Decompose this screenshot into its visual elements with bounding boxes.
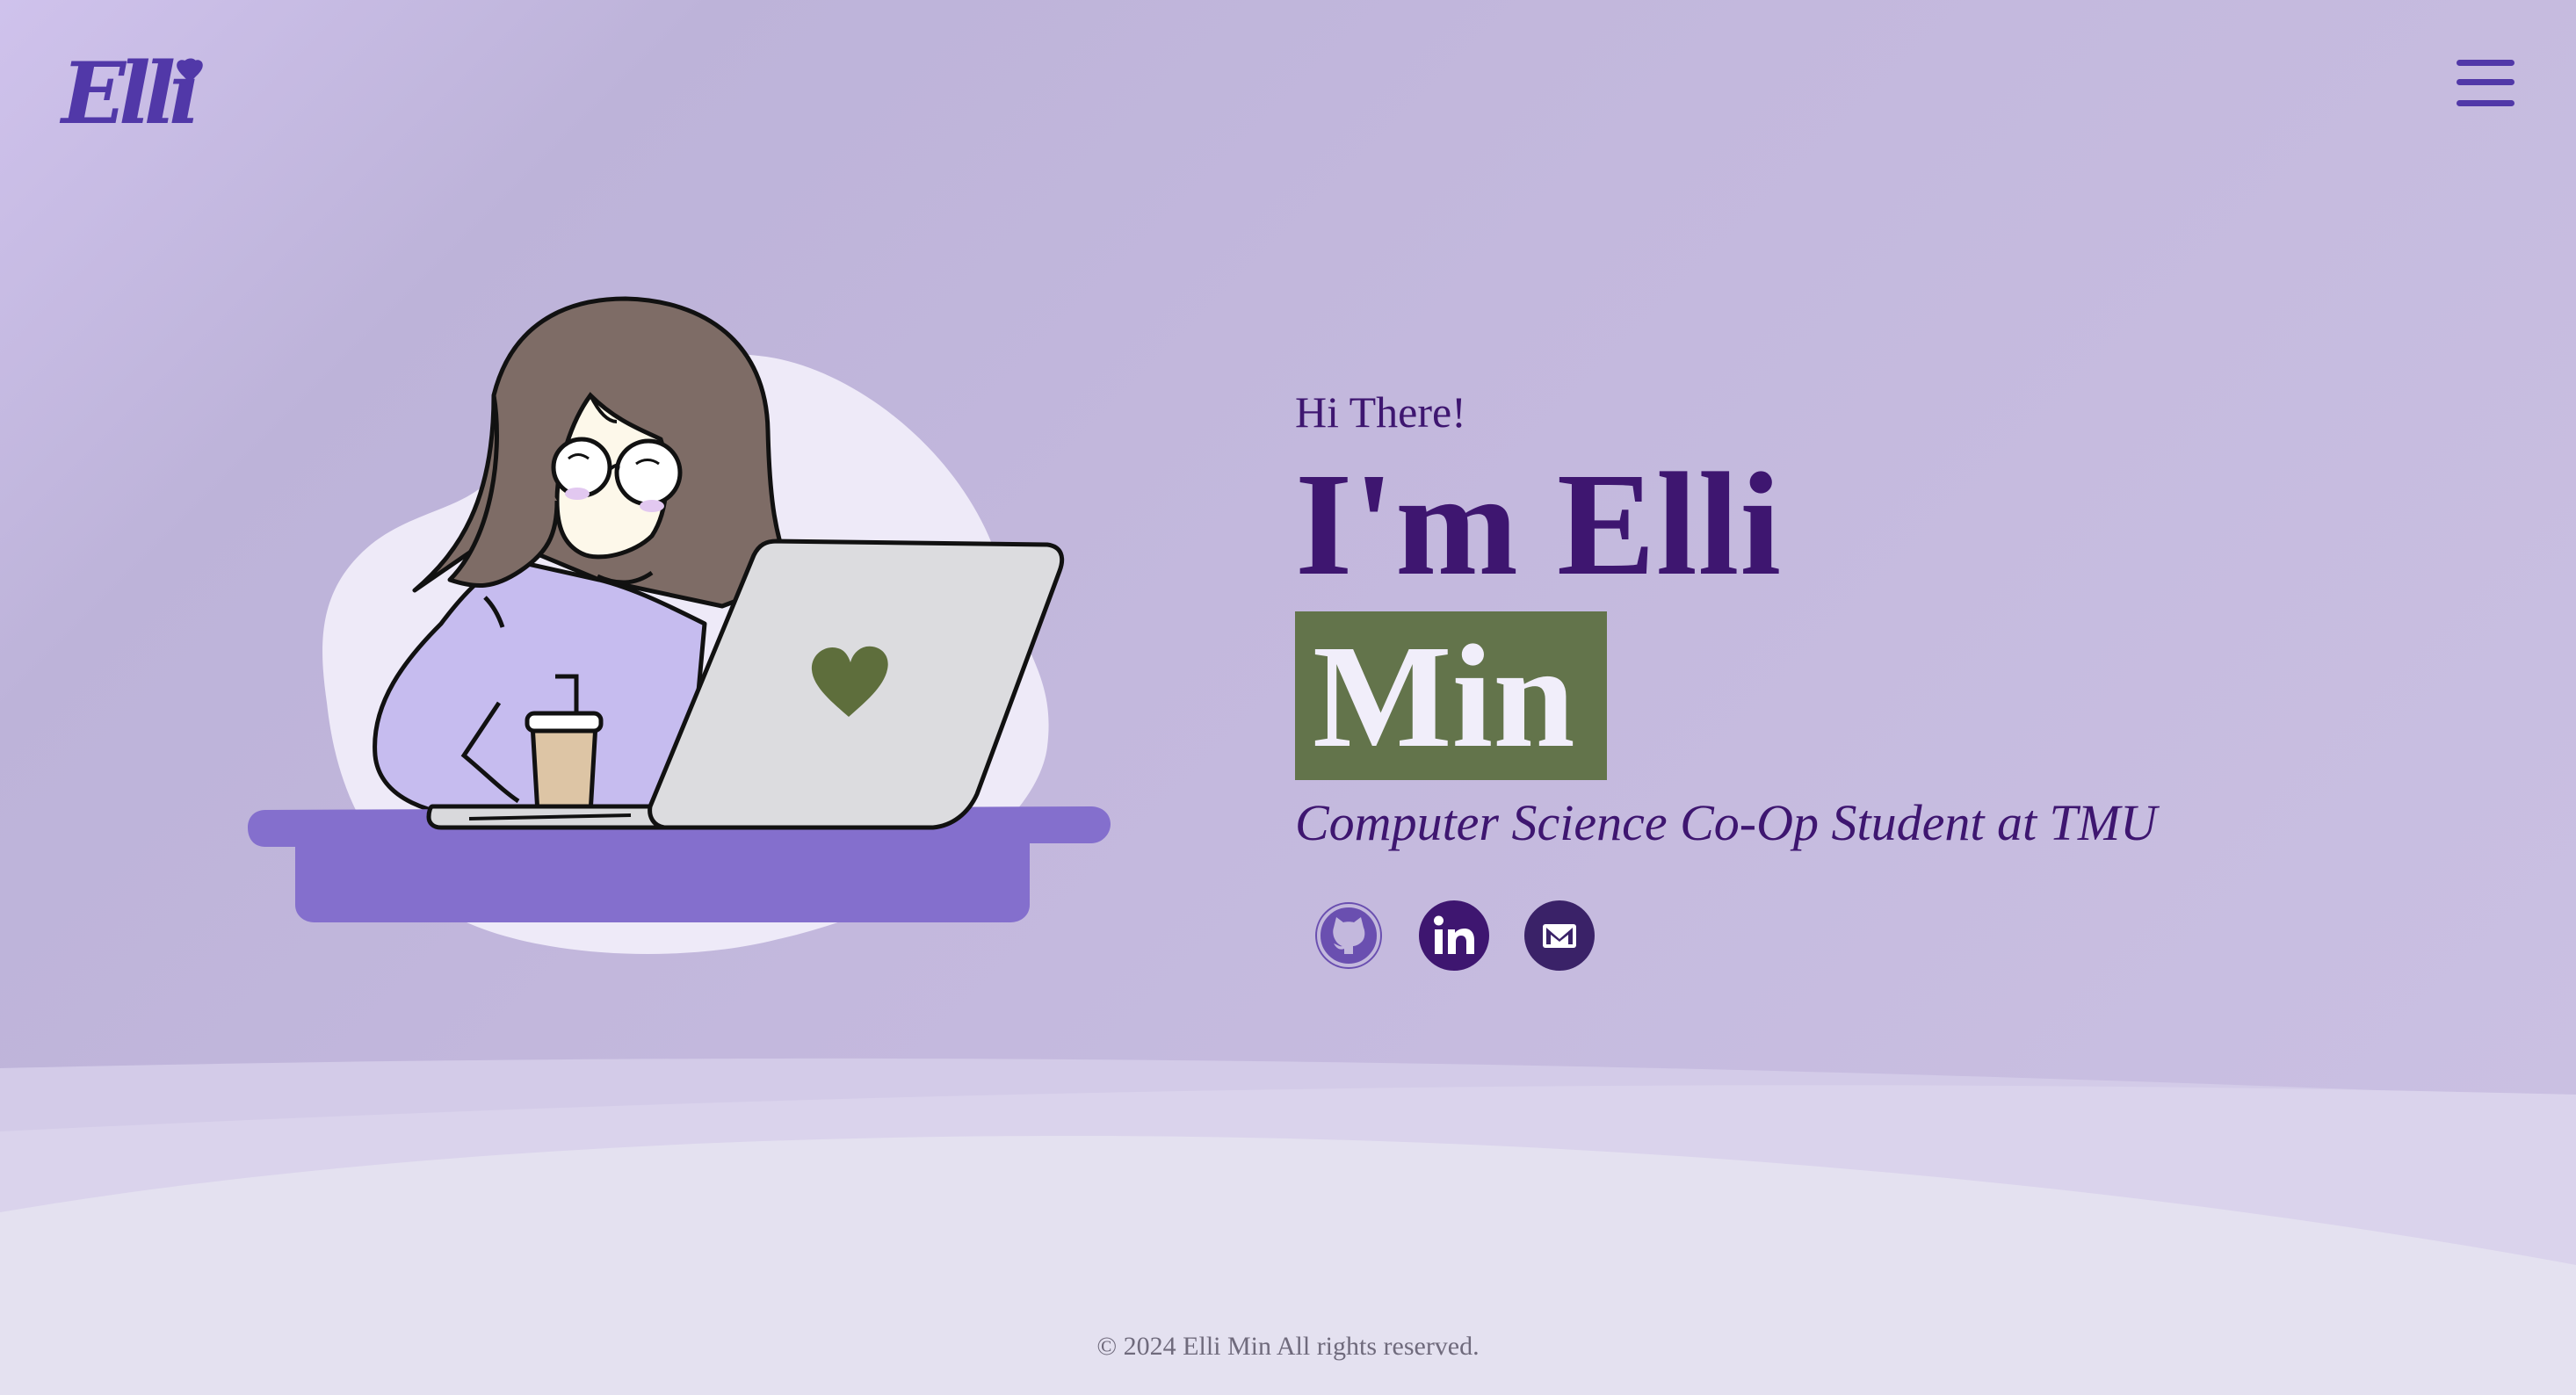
email-link[interactable] <box>1523 900 1596 972</box>
hamburger-menu-icon <box>2457 60 2514 66</box>
github-link[interactable] <box>1313 900 1385 972</box>
girl-with-laptop-illustration <box>230 290 1118 959</box>
social-links <box>1295 900 2437 973</box>
elli-logo-icon: Elli <box>59 44 205 143</box>
site-logo[interactable]: Elli <box>56 39 214 143</box>
hamburger-menu-line <box>2457 79 2514 85</box>
hamburger-menu-line <box>2457 100 2514 106</box>
svg-text:Elli: Elli <box>59 44 198 137</box>
hero-text: Hi There! I'm Elli Min Computer Science … <box>1295 387 2437 973</box>
footer-copyright: © 2024 Elli Min All rights reserved. <box>1096 1332 1480 1361</box>
mail-icon <box>1524 900 1595 971</box>
linkedin-link[interactable] <box>1418 900 1490 972</box>
greeting: Hi There! <box>1295 387 1466 437</box>
page-title: I'm Elli <box>1295 443 1783 606</box>
menu-button[interactable] <box>2457 56 2516 109</box>
subtitle: Computer Science Co-Op Student at TMU <box>1295 794 2158 851</box>
github-icon <box>1315 902 1382 969</box>
linkedin-icon <box>1419 900 1489 971</box>
surname-highlight: Min <box>1295 611 1607 780</box>
